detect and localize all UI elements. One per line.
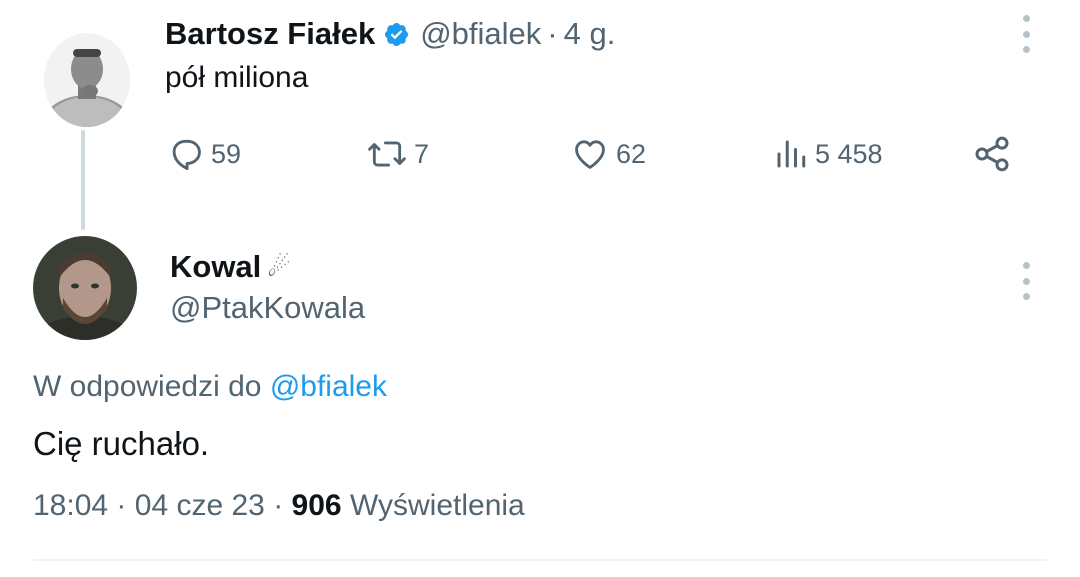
reply-tweet-date[interactable]: 04 cze 23 <box>135 489 265 522</box>
replying-to-line: W odpowiedzi do @bfialek <box>33 370 387 404</box>
views-button[interactable]: 5 458 <box>773 132 883 176</box>
avatar-photo-icon <box>33 236 137 340</box>
retweet-count: 7 <box>414 138 430 169</box>
reply-author-handle[interactable]: @PtakKowala <box>170 290 365 326</box>
retweet-icon <box>368 141 406 167</box>
avatar-photo-icon <box>44 33 130 127</box>
more-icon <box>1022 262 1030 269</box>
views-count: 5 458 <box>815 138 883 169</box>
meta-separator: · <box>273 489 284 522</box>
parent-more-options-button[interactable] <box>1021 15 1031 53</box>
like-icon <box>575 140 605 169</box>
parent-tweet-time[interactable]: 4 g. <box>564 16 616 52</box>
parent-author-name[interactable]: Bartosz Fiałek <box>165 16 375 52</box>
like-button[interactable]: 62 <box>570 132 646 176</box>
comet-emoji-icon: ☄ <box>267 251 291 282</box>
share-icon <box>975 136 1009 172</box>
reply-button[interactable]: 59 <box>167 132 241 176</box>
replying-to-mention-link[interactable]: @bfialek <box>270 370 387 403</box>
reply-author-name[interactable]: Kowal <box>170 249 261 285</box>
reply-tweet-meta: 18:04 · 04 cze 23 · 906 Wyświetlenia <box>33 489 525 523</box>
thread-connector-line <box>81 130 85 230</box>
views-icon <box>777 140 806 168</box>
reply-more-options-button[interactable] <box>1021 262 1031 300</box>
verified-badge-icon <box>385 22 409 46</box>
parent-tweet-header: Bartosz Fiałek @bfialek · 4 g. <box>165 14 615 54</box>
reply-icon <box>172 139 201 170</box>
reply-tweet-text: Cię ruchało. <box>33 425 210 462</box>
reply-tweet-time[interactable]: 18:04 <box>33 489 108 522</box>
reply-count: 59 <box>211 138 242 169</box>
share-button[interactable] <box>972 132 1012 176</box>
divider <box>33 559 1047 561</box>
more-icon <box>1022 15 1030 22</box>
header-separator: · <box>547 16 558 51</box>
parent-author-avatar[interactable] <box>44 33 130 127</box>
parent-tweet-text: pół miliona <box>165 61 309 94</box>
parent-author-handle[interactable]: @bfialek <box>420 16 541 52</box>
reply-views-count[interactable]: 906 <box>292 489 342 522</box>
retweet-button[interactable]: 7 <box>366 132 429 176</box>
meta-separator: · <box>116 489 127 522</box>
like-count: 62 <box>616 138 647 169</box>
reply-views-label[interactable]: Wyświetlenia <box>350 489 525 522</box>
reply-author-name-row: Kowal ☄ <box>170 249 291 285</box>
replying-to-prefix: W odpowiedzi do <box>33 370 262 403</box>
reply-author-avatar[interactable] <box>33 236 137 340</box>
